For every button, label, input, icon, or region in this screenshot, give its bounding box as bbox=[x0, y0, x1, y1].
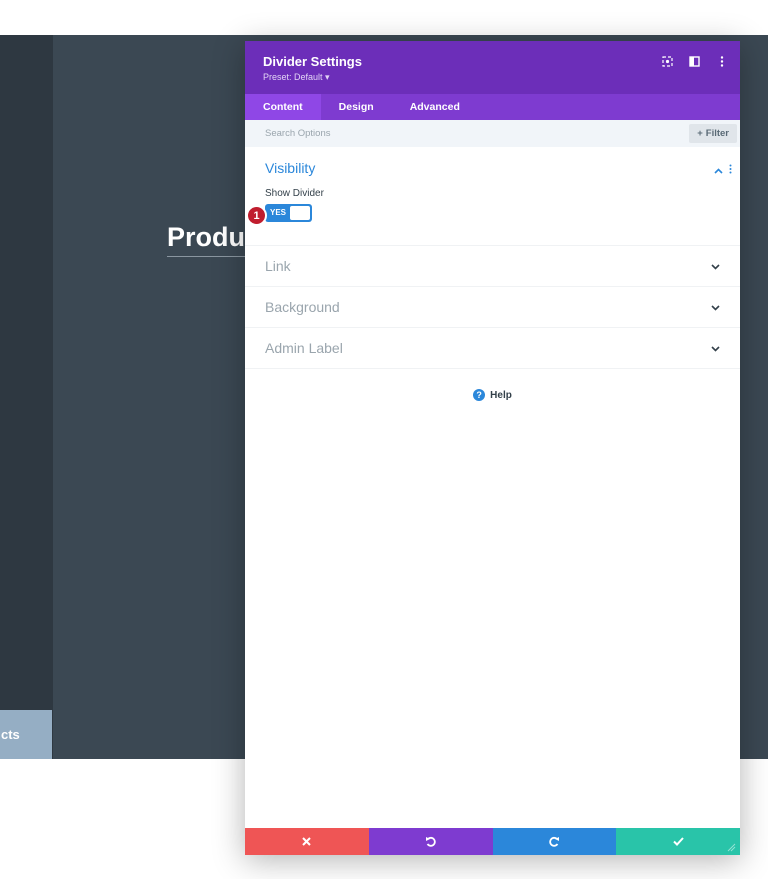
section-background[interactable]: Background bbox=[245, 287, 740, 328]
tab-content[interactable]: Content bbox=[245, 94, 321, 120]
step-badge: 1 bbox=[246, 205, 267, 226]
more-icon[interactable] bbox=[715, 55, 728, 68]
modal-tabs: Content Design Advanced bbox=[245, 94, 740, 120]
check-icon bbox=[672, 837, 684, 846]
resize-handle-icon[interactable] bbox=[727, 843, 736, 852]
header-icons bbox=[661, 55, 728, 68]
section-visibility-title[interactable]: Visibility bbox=[265, 160, 720, 176]
page-divider bbox=[167, 256, 245, 257]
page-sidebar-dark bbox=[0, 35, 53, 759]
section-admin-label[interactable]: Admin Label bbox=[245, 328, 740, 369]
filter-button[interactable]: + Filter bbox=[689, 124, 737, 143]
section-more-icon[interactable] bbox=[729, 161, 732, 179]
save-button[interactable] bbox=[616, 828, 740, 855]
discard-button[interactable] bbox=[245, 828, 369, 855]
toggle-knob bbox=[290, 206, 310, 220]
chevron-down-icon bbox=[711, 298, 720, 316]
preset-selector[interactable]: Preset: Default ▾ bbox=[263, 72, 722, 83]
section-controls bbox=[714, 161, 732, 179]
screen-icon[interactable] bbox=[661, 55, 674, 68]
section-link-title: Link bbox=[265, 258, 291, 274]
section-visibility: Visibility Show Divider YES bbox=[245, 147, 740, 246]
toggle-value: YES bbox=[270, 208, 287, 217]
filter-label: Filter bbox=[705, 128, 729, 139]
section-background-title: Background bbox=[265, 299, 340, 315]
search-input[interactable] bbox=[265, 128, 565, 139]
page-tab[interactable]: cts bbox=[0, 710, 52, 759]
show-divider-label: Show Divider bbox=[265, 188, 324, 199]
modal-footer bbox=[245, 828, 740, 855]
modal-title: Divider Settings bbox=[263, 54, 362, 69]
help-label: Help bbox=[490, 389, 512, 401]
undo-button[interactable] bbox=[368, 828, 493, 855]
section-link[interactable]: Link bbox=[245, 246, 740, 287]
show-divider-toggle[interactable]: YES bbox=[265, 204, 312, 222]
question-icon: ? bbox=[473, 389, 486, 401]
undo-icon bbox=[426, 836, 436, 847]
modal-header: Divider Settings Preset: Default ▾ bbox=[245, 41, 740, 94]
close-icon bbox=[302, 837, 312, 846]
chevron-down-icon bbox=[711, 257, 720, 275]
page-heading: Products bbox=[167, 222, 245, 252]
plus-icon: + bbox=[697, 128, 703, 139]
redo-icon bbox=[549, 836, 559, 847]
section-admin-label-title: Admin Label bbox=[265, 340, 343, 356]
tab-advanced[interactable]: Advanced bbox=[392, 94, 478, 120]
redo-button[interactable] bbox=[492, 828, 617, 855]
tab-design[interactable]: Design bbox=[321, 94, 392, 120]
chevron-up-icon[interactable] bbox=[714, 161, 723, 179]
help-link[interactable]: ? Help bbox=[245, 389, 740, 401]
divider-settings-modal: Divider Settings Preset: Default ▾ Conte… bbox=[245, 41, 740, 855]
search-bar: + Filter bbox=[245, 120, 740, 147]
sidebar-icon[interactable] bbox=[688, 55, 701, 68]
chevron-down-icon bbox=[711, 339, 720, 357]
